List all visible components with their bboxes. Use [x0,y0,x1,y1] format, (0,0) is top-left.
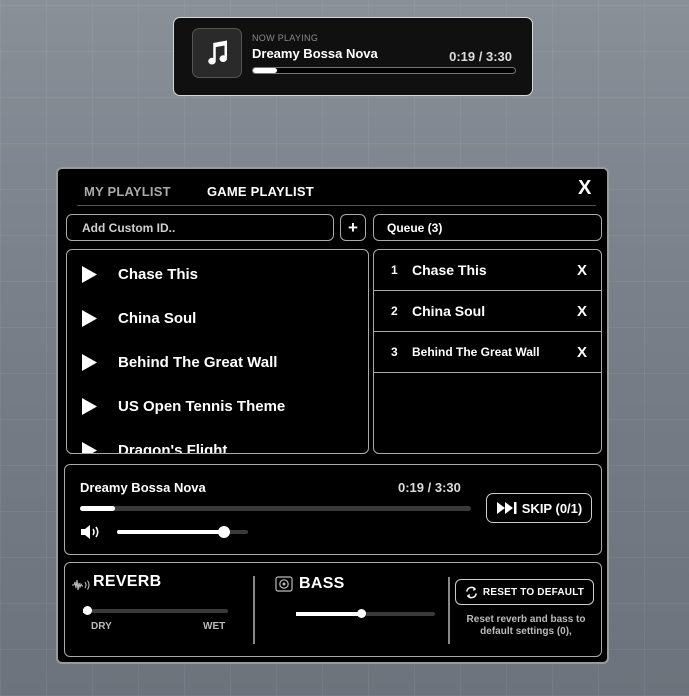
remove-queue-item-button[interactable]: X [577,303,587,320]
volume-slider[interactable] [117,526,248,538]
volume-fill [117,530,225,534]
queue-item-name: China Soul [412,303,486,319]
queue-item-number: 1 [391,263,398,277]
song-list[interactable]: Chase This China Soul Behind The Great W… [66,249,369,454]
song-name: Dragon's Flight [118,441,228,454]
queue-item-name: Behind The Great Wall [412,345,540,359]
dry-label: DRY [91,621,112,632]
bass-slider[interactable] [296,609,435,618]
player-time: 0:19 / 3:30 [398,480,461,495]
now-playing-widget: NOW PLAYING Dreamy Bossa Nova 0:19 / 3:3… [173,17,533,96]
tab-my-playlist[interactable]: MY PLAYLIST [84,184,171,199]
play-icon[interactable] [81,441,98,455]
remove-queue-item-button[interactable]: X [577,344,587,361]
now-playing-time: 0:19 / 3:30 [449,49,512,64]
music-note-icon [192,28,242,78]
tab-game-playlist[interactable]: GAME PLAYLIST [207,184,314,199]
now-playing-progress-bar [252,67,516,74]
queue-header: Queue (3) [373,214,602,241]
remove-queue-item-button[interactable]: X [577,262,587,279]
now-playing-progress-fill [253,68,277,73]
now-playing-label: NOW PLAYING [252,33,319,43]
queue-item-number: 3 [391,345,398,359]
reverb-slider-handle[interactable] [83,606,93,615]
song-name: US Open Tennis Theme [118,397,286,415]
skip-label: SKIP (0/1) [521,500,583,516]
list-item[interactable]: China Soul [67,296,368,340]
player-track-title: Dreamy Bossa Nova [80,480,206,495]
reverb-icon [72,579,90,591]
player-progress-fill [80,506,116,511]
play-icon[interactable] [81,309,98,327]
list-item[interactable]: Chase This [67,252,368,296]
speaker-icon [275,576,293,592]
play-icon[interactable] [81,265,98,283]
add-custom-id-button[interactable]: + [340,214,366,241]
effects-divider [253,576,255,644]
bass-fill [296,612,362,616]
player-controls: Dreamy Bossa Nova 0:19 / 3:30 SKIP (0/1) [64,464,602,555]
queue-item: 2 China Soul X [374,291,601,332]
list-item[interactable]: US Open Tennis Theme [67,384,368,428]
queue-item-name: Chase This [412,262,487,278]
audio-effects: REVERB DRY WET BASS RESET TO DEFAULT Res… [64,562,602,657]
reverb-title: REVERB [93,573,162,590]
song-name: China Soul [118,309,197,327]
player-progress-bar[interactable] [80,506,471,511]
bass-slider-handle[interactable] [357,609,367,618]
now-playing-title: Dreamy Bossa Nova [252,46,378,61]
queue-item: 3 Behind The Great Wall X [374,332,601,373]
reset-description: Reset reverb and bass to default setting… [466,614,586,637]
skip-button[interactable]: SKIP (0/1) [486,493,592,523]
reset-to-default-button[interactable]: RESET TO DEFAULT [455,579,594,605]
close-button[interactable]: X [578,177,591,200]
reverb-slider[interactable] [83,606,228,615]
queue-item-number: 2 [391,304,398,318]
refresh-icon [466,586,477,598]
queue-item: 1 Chase This X [374,250,601,291]
skip-icon [496,502,517,514]
list-item[interactable]: Behind The Great Wall [67,340,368,384]
list-item[interactable]: Dragon's Flight [67,428,368,455]
tab-divider [77,205,596,206]
effects-divider [448,577,450,644]
song-name: Chase This [118,265,199,283]
bass-title: BASS [299,575,345,592]
song-name: Behind The Great Wall [118,353,278,371]
play-icon[interactable] [81,353,98,371]
queue-list: 1 Chase This X 2 China Soul X 3 Behind T… [373,249,602,454]
volume-icon[interactable] [80,524,102,540]
wet-label: WET [203,621,226,632]
play-icon[interactable] [81,397,98,415]
music-panel: MY PLAYLIST GAME PLAYLIST X + Queue (3) … [56,167,609,664]
custom-id-input[interactable] [66,214,334,241]
reset-label: RESET TO DEFAULT [482,586,585,598]
volume-slider-handle[interactable] [218,526,231,538]
